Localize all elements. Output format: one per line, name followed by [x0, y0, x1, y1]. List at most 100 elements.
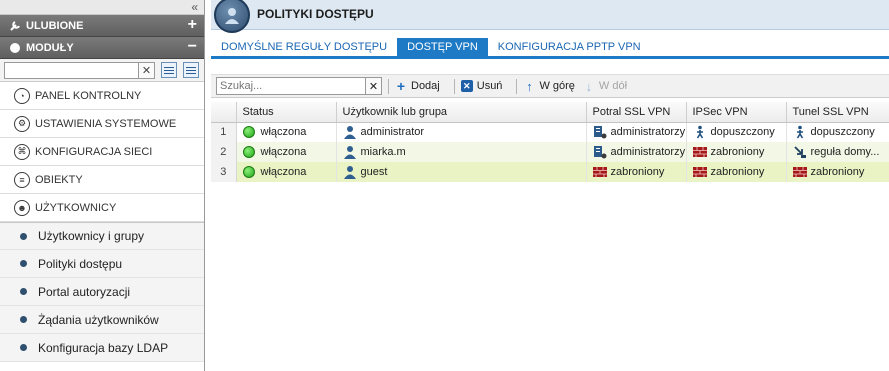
modules-header[interactable]: MODUŁY −	[0, 37, 204, 59]
user-cell[interactable]: administrator	[336, 122, 587, 142]
nav-item-obiekty[interactable]: ≡ OBIEKTY	[0, 166, 204, 194]
user-cell[interactable]: miarka.m	[336, 142, 587, 162]
tab-dostep-vpn[interactable]: DOSTĘP VPN	[397, 38, 488, 56]
modules-icon	[8, 41, 21, 54]
default-rule-icon	[793, 145, 807, 159]
double-chevron-left-icon[interactable]: «	[191, 0, 198, 14]
ipsec-value: dopuszczony	[710, 126, 775, 139]
sub-item-polityki-dostepu[interactable]: Polityki dostępu	[0, 250, 204, 278]
status-enabled-icon	[242, 146, 255, 158]
clear-search-icon[interactable]: ✕	[366, 77, 382, 95]
status-text: włączona	[260, 146, 307, 158]
nav-label: PANEL KONTROLNY	[35, 89, 142, 102]
admin-icon	[593, 125, 607, 139]
col-header-user[interactable]: Użytkownik lub grupa	[336, 102, 587, 123]
collapse-minus-icon[interactable]: −	[188, 39, 197, 55]
status-cell[interactable]: włączona	[236, 142, 337, 162]
table-row[interactable]: 1 włączona administrator administratorzy dop…	[211, 122, 889, 142]
tab-domyslne-reguly[interactable]: DOMYŚLNE REGUŁY DOSTĘPU	[211, 38, 397, 56]
objects-icon: ≡	[14, 171, 30, 188]
status-text: włączona	[260, 166, 307, 178]
tab-konfiguracja-pptp[interactable]: KONFIGURACJA PPTP VPN	[488, 38, 651, 56]
sub-item-portal-autoryzacji[interactable]: Portal autoryzacji	[0, 278, 204, 306]
sidebar-collapse-bar[interactable]: «	[0, 0, 204, 15]
toolbar-separator	[453, 78, 455, 94]
add-label: Dodaj	[411, 80, 440, 92]
user-policy-icon	[214, 0, 250, 33]
denied-icon	[792, 165, 807, 179]
ipsec-cell[interactable]: dopuszczony	[686, 122, 787, 142]
col-header-portal-ssl[interactable]: Potral SSL VPN	[586, 102, 687, 123]
table-row[interactable]: 2 włączona miarka.m administratorzy zabronio…	[211, 142, 889, 162]
sub-item-konfiguracja-ldap[interactable]: Konfiguracja bazy LDAP	[0, 334, 204, 362]
status-cell[interactable]: włączona	[236, 162, 337, 182]
sidebar: « ULUBIONE + MODUŁY − ✕ ◔ PANEL KONTROLN…	[0, 0, 205, 371]
up-label: W górę	[539, 80, 575, 92]
portal-ssl-cell[interactable]: administratorzy	[586, 122, 687, 142]
col-header-status[interactable]: Status	[236, 102, 337, 123]
dashboard-icon: ◔	[14, 87, 30, 104]
expand-plus-icon[interactable]: +	[188, 17, 197, 33]
ipsec-cell[interactable]: zabroniony	[686, 142, 787, 162]
settings-icon: ⚙	[14, 115, 30, 132]
portal-ssl-value: administratorzy	[610, 146, 686, 158]
tunnel-ssl-value: reguła domy...	[810, 146, 880, 158]
col-header-tunnel-ssl[interactable]: Tunel SSL VPN	[786, 102, 889, 123]
col-header-ipsec[interactable]: IPSec VPN	[686, 102, 787, 123]
user-icon	[343, 145, 357, 159]
user-cell[interactable]: guest	[336, 162, 587, 182]
modules-label: MODUŁY	[26, 41, 74, 54]
status-cell[interactable]: włączona	[236, 122, 337, 142]
ipsec-value: zabroniony	[710, 166, 765, 178]
clear-search-icon[interactable]: ✕	[139, 61, 155, 79]
portal-ssl-cell[interactable]: zabroniony	[586, 162, 687, 182]
search-input[interactable]	[216, 77, 366, 95]
tunnel-ssl-value: zabroniony	[810, 166, 865, 178]
page-title: POLITYKI DOSTĘPU	[257, 7, 374, 21]
sub-item-uzytkownicy-i-grupy[interactable]: Użytkownicy i grupy	[0, 222, 204, 250]
plus-icon: +	[396, 78, 406, 94]
network-icon: ⌘	[14, 143, 30, 160]
sub-label: Polityki dostępu	[38, 256, 123, 271]
row-number: 2	[211, 142, 237, 162]
allowed-icon	[793, 125, 807, 139]
tunnel-ssl-cell[interactable]: zabroniony	[786, 162, 889, 182]
delete-button[interactable]: ✕ Usuń	[460, 80, 502, 92]
denied-icon	[592, 165, 607, 179]
vpn-access-grid: Status Użytkownik lub grupa Potral SSL V…	[211, 102, 889, 182]
nav-label: USTAWIENIA SYSTEMOWE	[35, 117, 177, 130]
sub-item-zadania-uzytkownikow[interactable]: Żądania użytkowników	[0, 306, 204, 334]
nav-item-uzytkownicy[interactable]: ☻ UŻYTKOWNICY	[0, 194, 204, 222]
toolbar-separator	[388, 78, 389, 94]
move-down-button[interactable]: ↓ W dół	[583, 79, 627, 94]
bullet-icon	[20, 232, 27, 240]
user-icon	[343, 165, 357, 179]
bullet-icon	[20, 316, 27, 323]
nav-item-konfiguracja-sieci[interactable]: ⌘ KONFIGURACJA SIECI	[0, 138, 204, 166]
list-view-icon[interactable]	[161, 62, 177, 78]
delete-icon: ✕	[460, 80, 473, 92]
move-up-button[interactable]: ↑ W górę	[523, 78, 575, 94]
toolbar: ✕ + Dodaj ✕ Usuń ↑ W górę ↓ W dół	[211, 74, 889, 98]
user-name: miarka.m	[360, 146, 406, 158]
nav-item-panel-kontrolny[interactable]: ◔ PANEL KONTROLNY	[0, 82, 204, 110]
ipsec-cell[interactable]: zabroniony	[686, 162, 787, 182]
nav-item-ustawienia-systemowe[interactable]: ⚙ USTAWIENIA SYSTEMOWE	[0, 110, 204, 138]
arrow-up-icon: ↑	[526, 78, 533, 94]
users-icon: ☻	[14, 199, 30, 216]
tunnel-ssl-cell[interactable]: reguła domy...	[786, 142, 889, 162]
bullet-icon	[20, 288, 27, 295]
portal-ssl-cell[interactable]: administratorzy	[586, 142, 687, 162]
admin-icon	[593, 145, 607, 159]
tree-view-icon[interactable]	[183, 62, 199, 78]
add-button[interactable]: + Dodaj	[395, 78, 440, 94]
tunnel-ssl-cell[interactable]: dopuszczony	[786, 122, 889, 142]
user-name: administrator	[360, 126, 425, 139]
row-number: 1	[211, 122, 237, 142]
sidebar-search-input[interactable]	[4, 61, 139, 79]
sub-label: Portal autoryzacji	[38, 284, 131, 299]
table-row[interactable]: 3 włączona guest zabroniony zabroniony zabron…	[211, 162, 889, 182]
favorites-header[interactable]: ULUBIONE +	[0, 15, 204, 37]
sub-label: Użytkownicy i grupy	[38, 229, 145, 243]
favorites-label: ULUBIONE	[26, 19, 84, 32]
